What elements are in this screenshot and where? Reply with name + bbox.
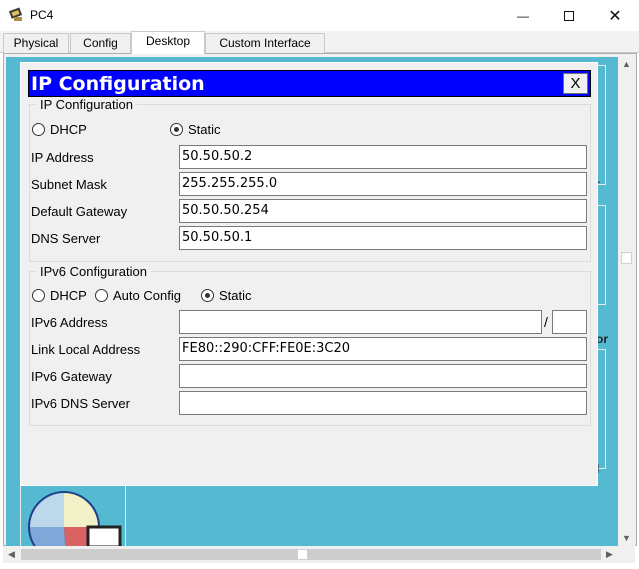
- dns-server-input[interactable]: 50.50.50.1: [179, 226, 587, 250]
- ipv6-dhcp-label: DHCP: [50, 288, 87, 303]
- dns-server-label: DNS Server: [31, 231, 101, 246]
- close-icon: ✕: [608, 7, 622, 25]
- ipv4-static-radio[interactable]: Static: [170, 122, 221, 137]
- scroll-right-icon[interactable]: ▶: [601, 549, 618, 560]
- ip-configuration-close-button[interactable]: X: [563, 73, 588, 94]
- ip-address-input[interactable]: 50.50.50.2: [179, 145, 587, 169]
- ip-configuration-title: IP Configuration: [31, 73, 205, 95]
- subnet-mask-label: Subnet Mask: [31, 177, 107, 192]
- ipv6-dhcp-radio[interactable]: DHCP: [32, 288, 87, 303]
- tab-physical[interactable]: Physical: [3, 33, 69, 53]
- vertical-scrollbar[interactable]: ▲ ▼: [618, 57, 635, 546]
- vertical-scroll-thumb[interactable]: [621, 252, 632, 264]
- prefix-separator: /: [544, 314, 548, 330]
- ipv6-dns-server-label: IPv6 DNS Server: [31, 396, 130, 411]
- radio-on-icon: [201, 289, 214, 302]
- close-button[interactable]: ✕: [592, 0, 638, 31]
- default-gateway-label: Default Gateway: [31, 204, 128, 219]
- radio-off-icon: [95, 289, 108, 302]
- default-gateway-input[interactable]: 50.50.50.254: [179, 199, 587, 223]
- minimize-icon: —: [517, 8, 529, 23]
- link-local-address-label: Link Local Address: [31, 342, 141, 357]
- subnet-mask-input[interactable]: 255.255.255.0: [179, 172, 587, 196]
- horizontal-scroll-track-fill[interactable]: [21, 549, 601, 560]
- scroll-left-icon[interactable]: ◀: [3, 549, 20, 560]
- pie-chart-icon: [28, 491, 122, 547]
- minimize-button[interactable]: —: [500, 0, 546, 31]
- ipv6-dns-server-input[interactable]: [179, 391, 587, 415]
- ipv4-dhcp-label: DHCP: [50, 122, 87, 137]
- ip-address-label: IP Address: [31, 150, 94, 165]
- tab-config[interactable]: Config: [70, 33, 131, 53]
- ipv6-gateway-input[interactable]: [179, 364, 587, 388]
- pc-app-icon: [8, 7, 23, 21]
- horizontal-scroll-thumb[interactable]: [297, 549, 308, 560]
- radio-off-icon: [32, 289, 45, 302]
- ipv4-group-legend: IP Configuration: [40, 97, 133, 112]
- ipv6-address-input[interactable]: [179, 310, 542, 334]
- radio-off-icon: [32, 123, 45, 136]
- ipv6-static-label: Static: [219, 288, 252, 303]
- ipv6-static-radio[interactable]: Static: [201, 288, 252, 303]
- ipv6-group-legend: IPv6 Configuration: [40, 264, 147, 279]
- horizontal-scrollbar[interactable]: ◀ ▶: [3, 546, 635, 563]
- ipv6-prefix-input[interactable]: [552, 310, 587, 334]
- ipv6-auto-config-radio[interactable]: Auto Config: [95, 288, 181, 303]
- ip-configuration-window: IP Configuration X IP Configuration DHCP…: [20, 62, 598, 486]
- scroll-down-icon[interactable]: ▼: [618, 533, 635, 543]
- ipv6-gateway-label: IPv6 Gateway: [31, 369, 112, 384]
- tab-desktop[interactable]: Desktop: [131, 31, 205, 54]
- ipv6-auto-config-label: Auto Config: [113, 288, 181, 303]
- ip-configuration-header: IP Configuration X: [28, 70, 591, 97]
- ipv6-address-label: IPv6 Address: [31, 315, 108, 330]
- window-title: PC4: [30, 8, 54, 22]
- maximize-button[interactable]: [546, 0, 592, 31]
- maximize-icon: [564, 10, 574, 21]
- title-bar: PC4 — ✕: [0, 0, 639, 31]
- tab-custom-interface[interactable]: Custom Interface: [205, 33, 325, 53]
- ipv4-static-label: Static: [188, 122, 221, 137]
- radio-on-icon: [170, 123, 183, 136]
- link-local-address-input[interactable]: FE80::290:CFF:FE0E:3C20: [179, 337, 587, 361]
- tab-bar: Physical Config Desktop Custom Interface: [0, 31, 639, 54]
- scroll-up-icon[interactable]: ▲: [618, 59, 635, 69]
- ipv4-dhcp-radio[interactable]: DHCP: [32, 122, 87, 137]
